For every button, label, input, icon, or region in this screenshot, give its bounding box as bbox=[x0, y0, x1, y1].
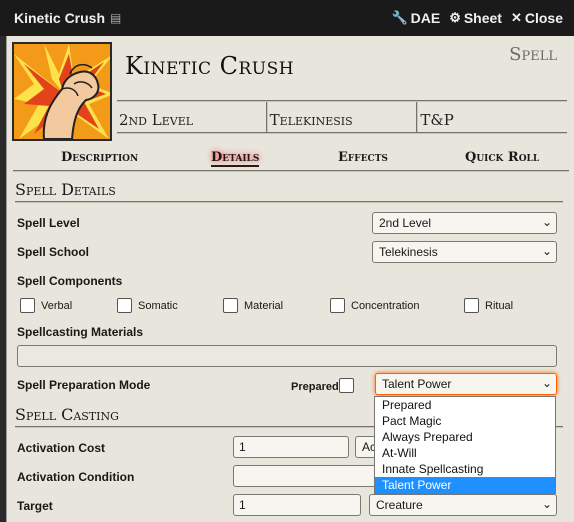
label-verbal: Verbal bbox=[41, 300, 73, 312]
summary-school: Telekinesis bbox=[268, 102, 419, 132]
spell-school-label: Spell School bbox=[17, 245, 90, 259]
gear-icon: ⚙ bbox=[449, 10, 461, 25]
tab-details[interactable]: Details bbox=[211, 150, 260, 167]
prep-mode-dropdown[interactable]: Prepared Pact Magic Always Prepared At-W… bbox=[374, 396, 556, 494]
checkbox-prepared[interactable] bbox=[339, 378, 354, 393]
spell-school-value: Telekinesis bbox=[379, 245, 438, 259]
chevron-down-icon: ⌄ bbox=[541, 376, 552, 390]
spell-components-label: Spell Components bbox=[17, 274, 123, 288]
item-name[interactable]: Kinetic Crush bbox=[125, 52, 294, 80]
materials-label: Spellcasting Materials bbox=[17, 325, 144, 339]
spell-level-label: Spell Level bbox=[17, 216, 80, 230]
option-at-will[interactable]: At-Will bbox=[375, 445, 555, 461]
spell-level-value: 2nd Level bbox=[379, 216, 432, 230]
label-concentration: Concentration bbox=[351, 300, 420, 312]
activation-cost-label: Activation Cost bbox=[17, 441, 106, 455]
target-label: Target bbox=[17, 499, 53, 513]
sheet-button[interactable]: ⚙ Sheet bbox=[449, 10, 502, 26]
summary-level: 2nd Level bbox=[117, 102, 268, 132]
spell-level-select[interactable]: 2nd Level ⌄ bbox=[372, 212, 557, 234]
checkbox-somatic[interactable] bbox=[117, 298, 132, 313]
label-somatic: Somatic bbox=[138, 300, 178, 312]
summary-source[interactable]: T&P bbox=[418, 102, 567, 132]
sheet-tabs: Description Details Effects Quick Roll bbox=[13, 144, 569, 172]
option-pact-magic[interactable]: Pact Magic bbox=[375, 413, 555, 429]
close-button[interactable]: ✕ Close bbox=[511, 10, 563, 26]
item-summary: 2nd Level Telekinesis T&P bbox=[117, 100, 567, 134]
option-always-prepared[interactable]: Always Prepared bbox=[375, 429, 555, 445]
prep-mode-select[interactable]: Talent Power ⌄ bbox=[375, 373, 557, 395]
materials-input[interactable] bbox=[17, 345, 557, 367]
option-innate-spellcasting[interactable]: Innate Spellcasting bbox=[375, 461, 555, 477]
close-icon: ✕ bbox=[510, 10, 522, 25]
activation-condition-input[interactable] bbox=[233, 465, 393, 487]
tab-quick-roll[interactable]: Quick Roll bbox=[465, 150, 539, 165]
target-type-value: Creature bbox=[376, 498, 423, 512]
item-type: Spell bbox=[509, 44, 557, 65]
close-label: Close bbox=[524, 10, 563, 26]
prep-mode-value: Talent Power bbox=[382, 377, 452, 391]
dae-button[interactable]: 🔧 DAE bbox=[391, 10, 440, 26]
label-material: Material bbox=[244, 300, 284, 312]
option-talent-power[interactable]: Talent Power bbox=[375, 477, 555, 493]
checkbox-verbal[interactable] bbox=[20, 298, 35, 313]
spell-school-select[interactable]: Telekinesis ⌄ bbox=[372, 241, 557, 263]
prep-mode-label: Spell Preparation Mode bbox=[17, 378, 151, 392]
window-title: Kinetic Crush bbox=[14, 10, 106, 26]
chevron-down-icon: ⌄ bbox=[541, 244, 552, 258]
activation-cost-input[interactable]: 1 bbox=[233, 436, 349, 458]
checkbox-concentration[interactable] bbox=[330, 298, 345, 313]
checkbox-ritual[interactable] bbox=[464, 298, 479, 313]
target-type-select[interactable]: Creature ⌄ bbox=[369, 494, 557, 516]
chevron-down-icon: ⌄ bbox=[541, 215, 552, 229]
chevron-down-icon: ⌄ bbox=[541, 497, 552, 511]
wrench-icon: 🔧 bbox=[391, 10, 408, 25]
sheet-label: Sheet bbox=[463, 10, 502, 26]
label-ritual: Ritual bbox=[485, 300, 514, 312]
dae-label: DAE bbox=[410, 10, 441, 26]
option-prepared[interactable]: Prepared bbox=[375, 397, 555, 413]
prepared-label: Prepared bbox=[291, 381, 339, 393]
tab-description[interactable]: Description bbox=[61, 150, 138, 165]
document-icon[interactable]: ▤ bbox=[110, 11, 121, 25]
section-spell-details: Spell Details bbox=[15, 180, 563, 203]
checkbox-material[interactable] bbox=[223, 298, 238, 313]
item-portrait[interactable] bbox=[12, 42, 112, 141]
tab-effects[interactable]: Effects bbox=[338, 150, 388, 165]
window-titlebar[interactable]: Kinetic Crush ▤ 🔧 DAE ⚙ Sheet ✕ Close bbox=[0, 0, 574, 36]
fist-image-icon bbox=[14, 44, 110, 139]
target-value-input[interactable]: 1 bbox=[233, 494, 361, 516]
activation-condition-label: Activation Condition bbox=[17, 470, 135, 484]
